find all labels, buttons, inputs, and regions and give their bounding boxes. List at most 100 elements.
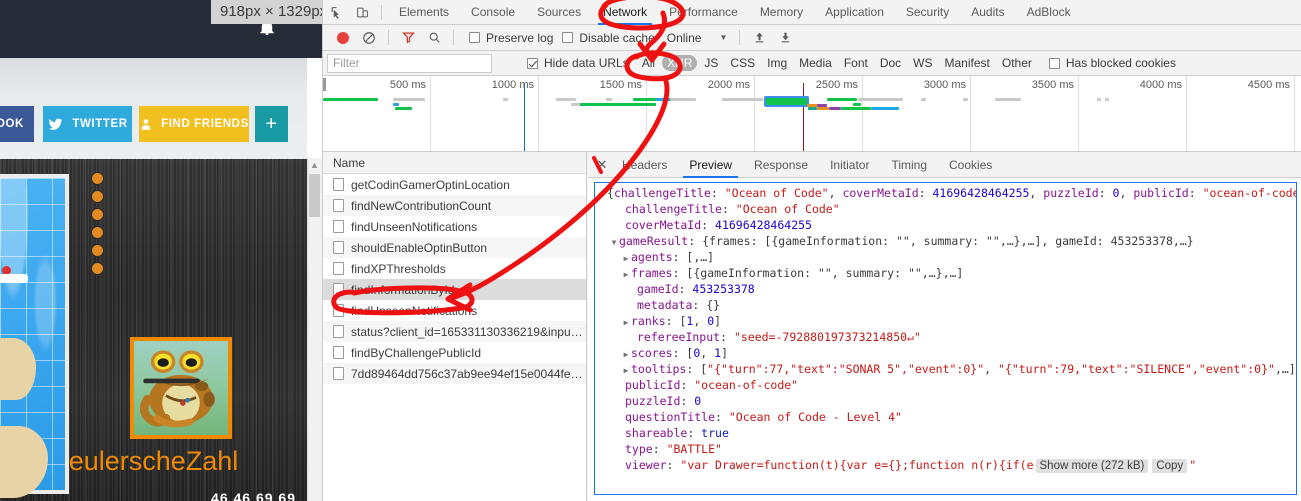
plus-icon: + — [265, 112, 278, 135]
page-scrollbar-thumb[interactable] — [309, 174, 320, 217]
clear-icon[interactable] — [356, 25, 382, 50]
disable-cache-checkbox[interactable]: Disable cache — [562, 31, 655, 45]
twitter-button[interactable]: TWITTER — [43, 106, 132, 142]
json-root-line[interactable]: ▼ {challengeTitle: "Ocean of Code", cover… — [595, 185, 1296, 201]
timeline-bar — [323, 98, 378, 101]
filter-type-doc[interactable]: Doc — [875, 55, 906, 71]
table-row-selected[interactable]: findInformationById — [323, 279, 586, 300]
detail-tab-preview[interactable]: Preview — [678, 152, 743, 178]
tab-audits[interactable]: Audits — [960, 0, 1015, 25]
preserve-log-checkbox[interactable]: Preserve log — [469, 31, 553, 45]
filter-type-css[interactable]: CSS — [725, 55, 760, 71]
throttling-value: Online — [666, 30, 702, 45]
game-viewer: eulerscheZahl 46 46 69 69 TORPEDO SONAR — [0, 159, 307, 501]
find-friends-button[interactable]: FIND FRIENDS — [139, 106, 249, 142]
tab-elements[interactable]: Elements — [388, 0, 460, 25]
search-icon[interactable] — [421, 25, 447, 50]
timeline-tick-3: 2000 ms — [707, 79, 750, 91]
json-preview-tree[interactable]: ▼ {challengeTitle: "Ocean of Code", cover… — [594, 182, 1297, 495]
scroll-up-arrow-icon[interactable]: ▲ — [308, 159, 321, 172]
filter-type-media[interactable]: Media — [794, 55, 837, 71]
request-name: findUnseenNotifications — [351, 219, 478, 234]
checkbox-box — [562, 32, 574, 43]
tab-sources[interactable]: Sources — [526, 0, 592, 25]
divider — [739, 30, 741, 45]
table-row[interactable]: findNewContributionCount — [323, 195, 586, 216]
table-row[interactable]: status?client_id=165331130336219&inpu… — [323, 321, 586, 342]
timeline-bar — [921, 98, 926, 101]
collapse-triangle-icon[interactable]: ▶ — [621, 267, 631, 283]
tab-network[interactable]: Network — [592, 0, 658, 25]
network-timeline-overview[interactable]: 500 ms 1000 ms 1500 ms 2000 ms 2500 ms 3… — [323, 76, 1301, 152]
import-har-icon[interactable] — [746, 25, 772, 50]
network-toolbar: Preserve log Disable cache Online ▼ — [323, 25, 1301, 51]
timeline-tick-5: 3000 ms — [923, 79, 966, 91]
table-row[interactable]: findUnseenNotifications — [323, 216, 586, 237]
table-row[interactable]: findUnseenNotifications — [323, 300, 586, 321]
show-more-button[interactable]: Show more (272 kB) — [1035, 459, 1149, 473]
tab-application[interactable]: Application — [814, 0, 895, 25]
json-line-agents[interactable]: ▶ agents: [,…] — [595, 249, 1296, 265]
filter-funnel-icon[interactable] — [395, 25, 421, 50]
detail-tab-cookies[interactable]: Cookies — [938, 152, 1003, 178]
expand-triangle-icon[interactable]: ▼ — [597, 187, 607, 203]
table-row[interactable]: findXPThresholds — [323, 258, 586, 279]
inspect-element-icon[interactable] — [323, 0, 349, 25]
document-icon — [333, 367, 344, 380]
detail-tab-initiator[interactable]: Initiator — [819, 152, 880, 178]
document-icon — [333, 283, 344, 296]
request-name: findByChallengePublicId — [351, 345, 482, 360]
copy-button[interactable]: Copy — [1152, 459, 1188, 473]
record-icon[interactable] — [330, 25, 356, 50]
map-island-1 — [0, 338, 36, 400]
checkbox-box — [469, 32, 480, 43]
tab-performance[interactable]: Performance — [658, 0, 749, 25]
json-line: coverMetaId: 41696428464255 — [625, 218, 812, 232]
tab-console[interactable]: Console — [460, 0, 526, 25]
tab-memory[interactable]: Memory — [749, 0, 814, 25]
facebook-button[interactable]: BOOK — [0, 106, 34, 142]
throttling-select[interactable]: Online ▼ — [667, 31, 728, 45]
tab-adblock[interactable]: AdBlock — [1016, 0, 1082, 25]
filter-type-js[interactable]: JS — [699, 55, 723, 71]
export-har-icon[interactable] — [772, 25, 798, 50]
table-row[interactable]: findByChallengePublicId — [323, 342, 586, 363]
timeline-bar — [556, 98, 576, 101]
json-line-metadata: metadata: {} — [637, 298, 721, 312]
filter-type-other[interactable]: Other — [997, 55, 1037, 71]
json-line-frames[interactable]: ▶ frames: [{gameInformation: "", summary:… — [595, 265, 1296, 281]
tab-security[interactable]: Security — [895, 0, 960, 25]
filter-type-all[interactable]: All — [637, 55, 660, 71]
json-line-gameresult[interactable]: ▼ gameResult: {frames: [{gameInformation:… — [595, 233, 1296, 249]
collapse-triangle-icon[interactable]: ▶ — [621, 315, 631, 331]
network-filterbar: Hide data URLs All XHR JS CSS Img Media … — [323, 51, 1301, 76]
table-row[interactable]: getCodinGamerOptinLocation — [323, 174, 586, 195]
timeline-bar — [393, 103, 399, 106]
detail-tab-response[interactable]: Response — [743, 152, 819, 178]
timeline-bar — [1105, 98, 1109, 101]
json-line-ranks[interactable]: ▶ ranks: [1, 0] — [595, 313, 1296, 329]
filter-type-manifest[interactable]: Manifest — [940, 55, 995, 71]
timeline-tick-1: 1000 ms — [491, 79, 534, 91]
devtools-tabbar: Elements Console Sources Network Perform… — [323, 0, 1301, 25]
filter-input[interactable] — [327, 53, 492, 73]
close-icon[interactable]: ✕ — [593, 157, 611, 173]
filter-type-font[interactable]: Font — [839, 55, 873, 71]
divider — [453, 30, 454, 45]
filter-type-ws[interactable]: WS — [908, 55, 937, 71]
json-line-scores[interactable]: ▶ scores: [0, 1] — [595, 345, 1296, 361]
requests-column-header[interactable]: Name — [323, 152, 586, 174]
json-line-tooltips[interactable]: ▶ tooltips: ["{"turn":77,"text":"SONAR 5"… — [595, 361, 1296, 377]
table-row[interactable]: 7dd89464dd756c37ab9ee94ef15e0044fe… — [323, 363, 586, 384]
filter-type-xhr[interactable]: XHR — [662, 55, 698, 71]
hide-data-urls-checkbox[interactable]: Hide data URLs — [527, 56, 629, 70]
filter-type-img[interactable]: Img — [762, 55, 792, 71]
add-button[interactable]: + — [255, 106, 288, 142]
detail-tab-timing[interactable]: Timing — [880, 152, 938, 178]
table-row[interactable]: shouldEnableOptinButton — [323, 237, 586, 258]
twitter-button-label: TWITTER — [72, 118, 128, 130]
toggle-device-toolbar-icon[interactable] — [349, 0, 375, 25]
detail-tab-headers[interactable]: Headers — [611, 152, 678, 178]
has-blocked-cookies-checkbox[interactable]: Has blocked cookies — [1048, 56, 1176, 70]
expand-triangle-icon[interactable]: ▼ — [609, 235, 619, 251]
